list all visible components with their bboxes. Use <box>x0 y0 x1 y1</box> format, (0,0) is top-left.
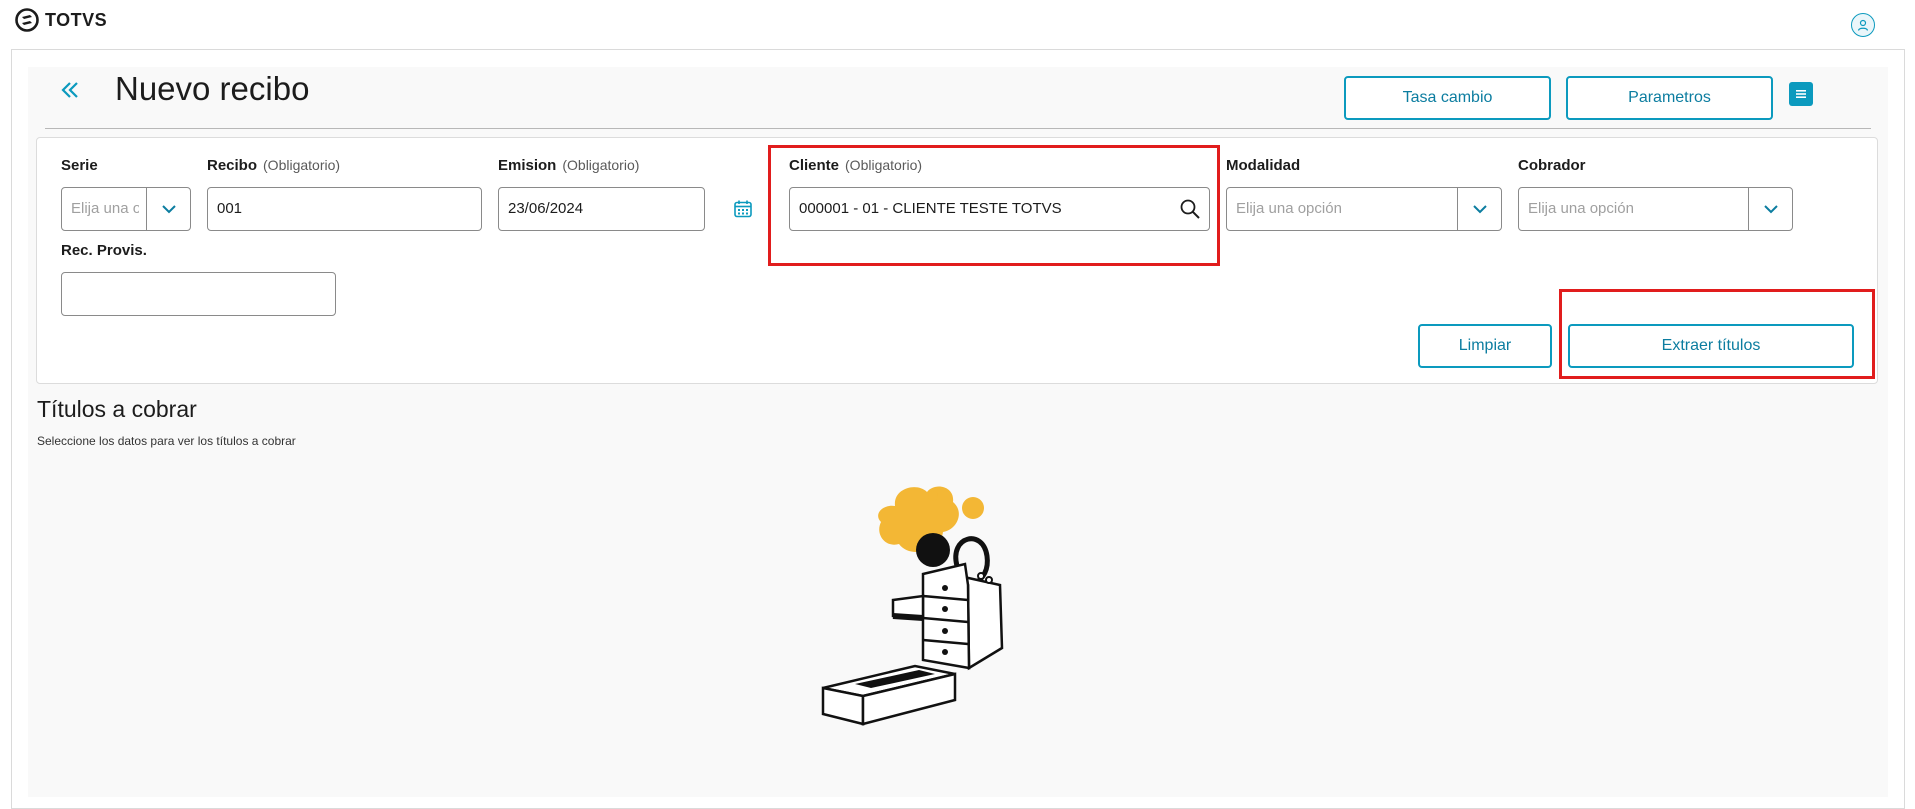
limpiar-button[interactable]: Limpiar <box>1418 324 1552 368</box>
double-chevron-left-icon <box>61 82 78 98</box>
totvs-logo: TOTVS <box>15 8 107 32</box>
empty-drawer-illustration <box>821 486 1004 726</box>
rec-provis-input[interactable] <box>61 272 336 316</box>
section-subtitle: Seleccione los datos para ver los título… <box>37 434 296 448</box>
section-title: Títulos a cobrar <box>37 396 197 422</box>
calendar-button[interactable] <box>731 197 755 221</box>
more-actions-button[interactable] <box>1789 82 1813 106</box>
tasa-cambio-button[interactable]: Tasa cambio <box>1344 76 1551 120</box>
cobrador-dropdown-toggle[interactable] <box>1748 188 1792 230</box>
serie-select[interactable]: Elija una o <box>61 187 191 231</box>
serie-placeholder: Elija una o <box>71 200 139 217</box>
totvs-logo-icon <box>15 8 39 32</box>
cobrador-label: Cobrador <box>1518 157 1586 174</box>
title-divider <box>45 128 1871 129</box>
recibo-value: 001 <box>217 200 243 217</box>
recibo-label: Recibo (Obligatorio) <box>207 157 341 174</box>
chevron-down-icon <box>1472 205 1487 214</box>
modalidad-select[interactable]: Elija una opción <box>1226 187 1502 231</box>
search-icon[interactable] <box>1179 198 1201 220</box>
extraer-titulos-button[interactable]: Extraer títulos <box>1568 324 1854 368</box>
parametros-button[interactable]: Parametros <box>1566 76 1773 120</box>
serie-dropdown-toggle[interactable] <box>146 188 190 230</box>
modalidad-placeholder: Elija una opción <box>1236 200 1342 217</box>
serie-label: Serie <box>61 157 98 174</box>
cobrador-placeholder: Elija una opción <box>1528 200 1634 217</box>
top-bar: TOTVS <box>0 0 1915 46</box>
page-title: Nuevo recibo <box>115 70 310 107</box>
cliente-lookup-input[interactable]: 000001 - 01 - CLIENTE TESTE TOTVS <box>789 187 1210 231</box>
back-button[interactable] <box>55 75 85 105</box>
recibo-input[interactable]: 001 <box>207 187 482 231</box>
emision-date-input[interactable]: 23/06/2024 <box>498 187 705 231</box>
calendar-icon <box>734 200 752 218</box>
menu-icon <box>1796 90 1806 98</box>
cobrador-select[interactable]: Elija una opción <box>1518 187 1793 231</box>
logo-text: TOTVS <box>45 9 108 30</box>
modalidad-label: Modalidad <box>1226 157 1301 174</box>
cliente-label: Cliente (Obligatorio) <box>789 157 923 174</box>
cliente-value: 000001 - 01 - CLIENTE TESTE TOTVS <box>799 200 1062 217</box>
user-avatar-button[interactable] <box>1851 13 1875 37</box>
modalidad-dropdown-toggle[interactable] <box>1457 188 1501 230</box>
rec-provis-label: Rec. Provis. <box>61 242 147 259</box>
chevron-down-icon <box>1763 205 1778 214</box>
user-icon <box>1857 19 1869 31</box>
chevron-down-icon <box>161 205 176 214</box>
emision-value: 23/06/2024 <box>508 200 584 217</box>
emision-label: Emision (Obligatorio) <box>498 157 640 174</box>
